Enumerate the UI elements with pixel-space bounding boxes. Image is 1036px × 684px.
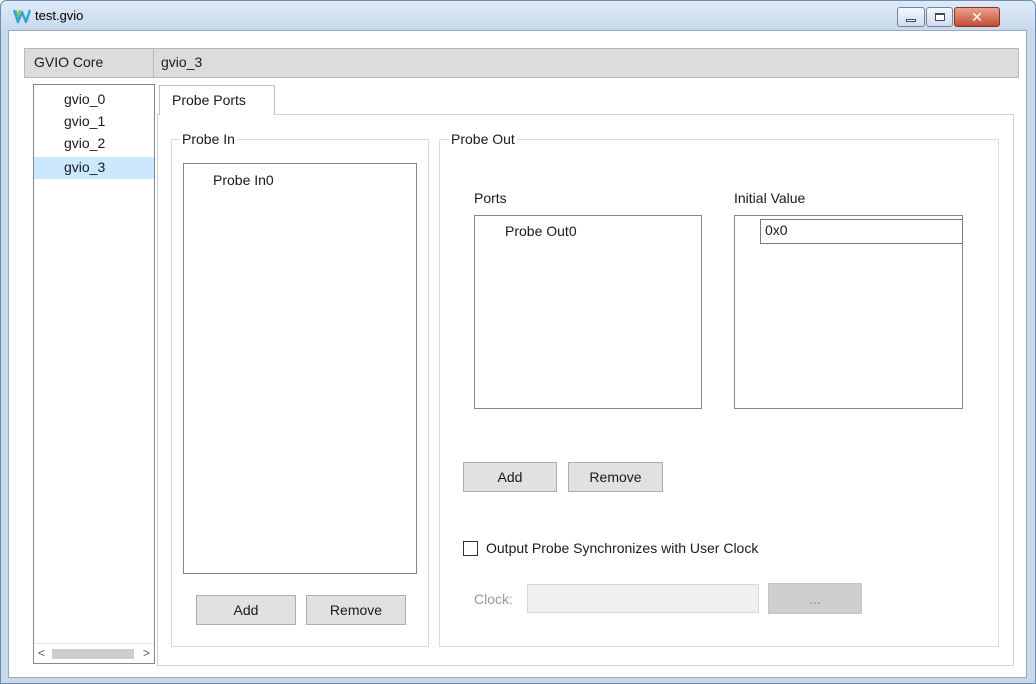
- probe-in-remove-button[interactable]: Remove: [306, 595, 406, 625]
- minimize-button[interactable]: [897, 7, 925, 27]
- window-title: test.gvio: [35, 8, 84, 23]
- probe-in-list-item[interactable]: Probe In0: [213, 172, 274, 188]
- clock-label: Clock:: [474, 591, 513, 607]
- close-icon: ✕: [971, 9, 983, 25]
- gvio-core-header-value: gvio_3: [154, 48, 1019, 78]
- probe-in-list[interactable]: Probe In0: [183, 163, 417, 574]
- probe-out-add-button[interactable]: Add: [463, 462, 557, 492]
- app-logo-icon: [13, 9, 31, 24]
- ports-column-header: Ports: [474, 190, 507, 206]
- probe-in-group-title: Probe In: [180, 131, 237, 147]
- maximize-button[interactable]: [926, 7, 953, 27]
- core-list-item[interactable]: gvio_2: [34, 133, 154, 155]
- title-bar[interactable]: test.gvio ✕: [1, 1, 1035, 31]
- initial-value-list[interactable]: 0x0: [734, 215, 963, 409]
- initial-value-field[interactable]: 0x0: [760, 219, 963, 244]
- maximize-icon: [934, 13, 945, 21]
- scroll-left-arrow-icon[interactable]: <: [38, 646, 45, 660]
- probe-out-remove-button[interactable]: Remove: [568, 462, 663, 492]
- probe-in-add-button[interactable]: Add: [196, 595, 296, 625]
- clock-input[interactable]: [527, 584, 759, 613]
- horizontal-scrollbar[interactable]: < >: [34, 643, 154, 663]
- scroll-right-arrow-icon[interactable]: >: [143, 646, 150, 660]
- probe-out-list-item[interactable]: Probe Out0: [505, 223, 577, 239]
- gvio-core-header-label: GVIO Core: [24, 48, 154, 78]
- sync-user-clock-label[interactable]: Output Probe Synchronizes with User Cloc…: [486, 540, 758, 556]
- gvio-core-list[interactable]: gvio_0 gvio_1 gvio_2 gvio_3 < >: [33, 84, 155, 664]
- core-list-item-selected[interactable]: gvio_3: [34, 157, 154, 179]
- core-list-item[interactable]: gvio_0: [34, 89, 154, 111]
- core-list-item[interactable]: gvio_1: [34, 111, 154, 133]
- probe-out-ports-list[interactable]: Probe Out0: [474, 215, 702, 409]
- sync-user-clock-checkbox[interactable]: [463, 541, 478, 556]
- close-button[interactable]: ✕: [954, 7, 1000, 27]
- minimize-icon: [906, 18, 916, 22]
- probe-out-group-title: Probe Out: [449, 131, 517, 147]
- clock-browse-button[interactable]: ...: [768, 583, 862, 614]
- tab-probe-ports[interactable]: Probe Ports: [159, 85, 275, 115]
- initial-value-column-header: Initial Value: [734, 190, 806, 206]
- scrollbar-thumb[interactable]: [52, 649, 134, 659]
